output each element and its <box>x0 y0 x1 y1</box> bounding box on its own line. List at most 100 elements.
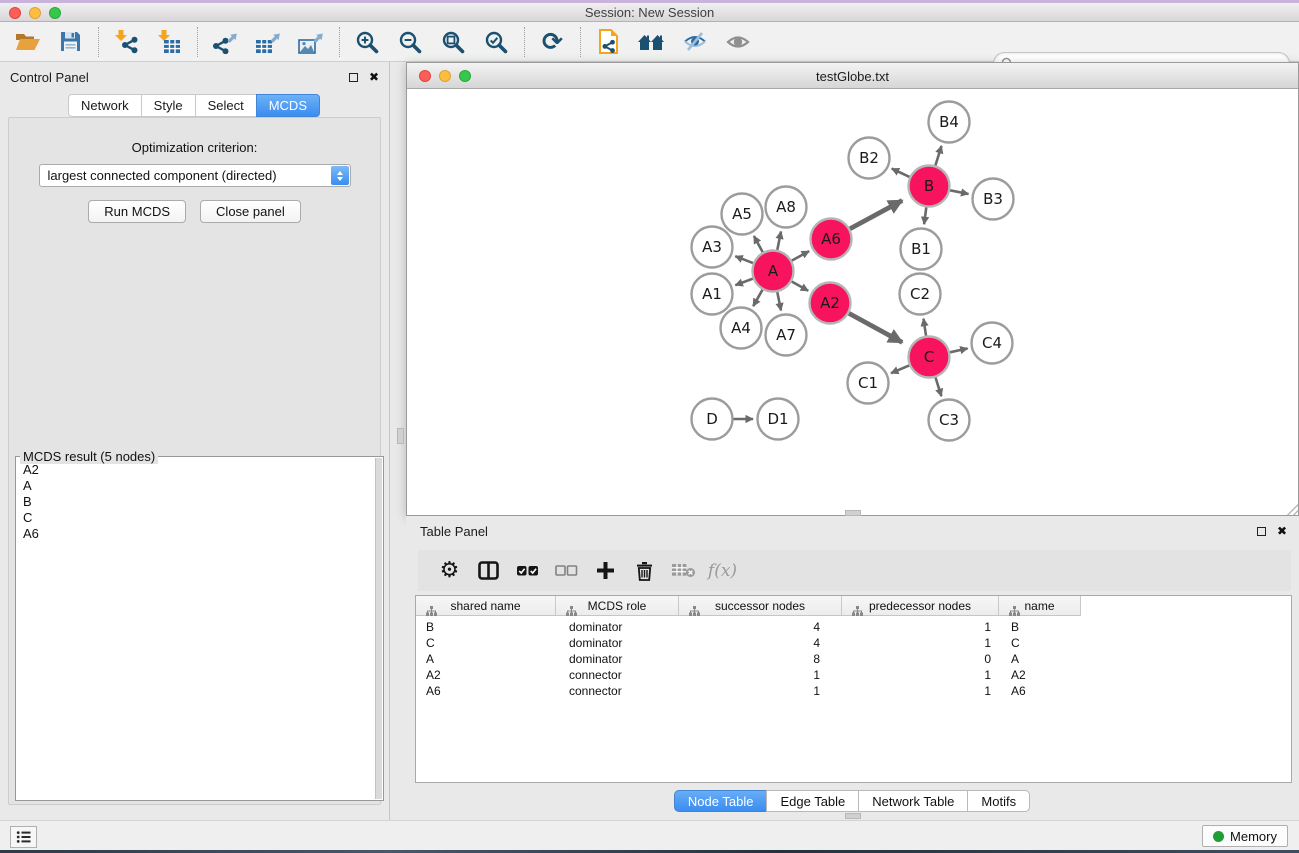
graph-edge-A-A7[interactable] <box>777 292 781 310</box>
mcds-result-item[interactable]: B <box>23 494 373 510</box>
select-all-button[interactable] <box>508 554 547 588</box>
settings-button[interactable]: ⚙︎ <box>430 554 469 588</box>
table-cell[interactable]: connector <box>556 668 679 682</box>
tab-motifs[interactable]: Motifs <box>967 790 1030 812</box>
table-cell[interactable]: 0 <box>842 652 999 666</box>
graph-node-C[interactable]: C <box>909 337 950 378</box>
run-mcds-button[interactable]: Run MCDS <box>88 200 186 223</box>
table-cell[interactable]: dominator <box>556 620 679 634</box>
columns-button[interactable] <box>469 554 508 588</box>
table-row[interactable]: Bdominator41B <box>416 619 1291 635</box>
graph-node-A4[interactable]: A4 <box>721 308 762 349</box>
result-scrollbar[interactable] <box>375 458 382 799</box>
show-graphics-details-button[interactable] <box>716 25 759 59</box>
table-cell[interactable]: C <box>416 636 556 650</box>
graph-edge-A2-C[interactable] <box>849 313 902 342</box>
table-cell[interactable]: A2 <box>416 668 556 682</box>
table-cell[interactable]: A6 <box>416 684 556 698</box>
graph-node-B1[interactable]: B1 <box>901 229 942 270</box>
tab-select[interactable]: Select <box>195 94 257 117</box>
export-table-button[interactable] <box>247 25 290 59</box>
graph-node-A1[interactable]: A1 <box>692 274 733 315</box>
graph-edge-C-C2[interactable] <box>924 319 927 336</box>
export-network-button[interactable] <box>204 25 247 59</box>
graph-edge-A-A8[interactable] <box>777 232 781 250</box>
table-cell[interactable]: dominator <box>556 636 679 650</box>
graph-node-B[interactable]: B <box>909 166 950 207</box>
graph-edge-A-A5[interactable] <box>754 236 763 252</box>
table-cell[interactable]: A <box>999 652 1081 666</box>
table-cell[interactable]: connector <box>556 684 679 698</box>
graph-node-B3[interactable]: B3 <box>973 179 1014 220</box>
graph-edge-A-A3[interactable] <box>735 256 753 263</box>
vertical-splitter-handle[interactable] <box>397 428 404 444</box>
optimization-criterion-select[interactable]: largest connected component (directed) <box>39 164 351 187</box>
import-network-button[interactable] <box>105 25 148 59</box>
tab-edge-table[interactable]: Edge Table <box>766 790 859 812</box>
graph-edge-B-B3[interactable] <box>950 190 968 194</box>
table-cell[interactable]: A2 <box>999 668 1081 682</box>
graph-edge-C-C4[interactable] <box>950 348 968 352</box>
task-history-button[interactable] <box>10 826 37 848</box>
tab-mcds[interactable]: MCDS <box>256 94 320 117</box>
graph-edge-A-A4[interactable] <box>753 290 762 307</box>
horizontal-splitter-handle-bottom[interactable] <box>845 813 861 819</box>
refresh-button[interactable]: ⟳ <box>531 25 574 59</box>
zoom-fit-button[interactable] <box>432 25 475 59</box>
table-cell[interactable]: B <box>999 620 1081 634</box>
tab-node-table[interactable]: Node Table <box>674 790 768 812</box>
graph-edge-A-A1[interactable] <box>735 279 753 286</box>
table-cell[interactable]: A6 <box>999 684 1081 698</box>
mcds-result-item[interactable]: A2 <box>23 462 373 478</box>
column-header-name[interactable]: name <box>999 596 1081 616</box>
zoom-out-button[interactable] <box>389 25 432 59</box>
float-table-panel-icon[interactable] <box>1257 527 1266 536</box>
graph-node-A2[interactable]: A2 <box>810 283 851 324</box>
graph-node-B4[interactable]: B4 <box>929 102 970 143</box>
network-from-file-button[interactable] <box>587 25 630 59</box>
table-row[interactable]: Cdominator41C <box>416 635 1291 651</box>
network-canvas[interactable]: B4B2BB3B1A5A8A3A6AA1C2A4A7A2CC4C1C3DD1 <box>408 90 1297 514</box>
graph-edge-C-C1[interactable] <box>891 365 909 373</box>
table-cell[interactable]: 1 <box>679 684 842 698</box>
table-cell[interactable]: 1 <box>842 684 999 698</box>
select-stepper-icon[interactable] <box>331 166 349 185</box>
close-panel-button[interactable]: Close panel <box>200 200 301 223</box>
graph-edge-A-A2[interactable] <box>792 282 809 291</box>
graph-node-A7[interactable]: A7 <box>766 315 807 356</box>
table-cell[interactable]: 1 <box>842 636 999 650</box>
delete-button[interactable] <box>625 554 664 588</box>
graph-edge-A6-B[interactable] <box>850 201 902 229</box>
import-table-button[interactable] <box>148 25 191 59</box>
column-header-predecessor-nodes[interactable]: predecessor nodes <box>842 596 999 616</box>
table-cell[interactable]: C <box>999 636 1081 650</box>
horizontal-splitter-handle-top[interactable] <box>845 510 861 516</box>
table-cell[interactable]: dominator <box>556 652 679 666</box>
tab-network-table[interactable]: Network Table <box>858 790 968 812</box>
table-row[interactable]: A6connector11A6 <box>416 683 1291 699</box>
column-header-MCDS-role[interactable]: MCDS role <box>556 596 679 616</box>
save-session-button[interactable] <box>49 25 92 59</box>
graph-edge-C-C3[interactable] <box>936 378 942 397</box>
hide-graphics-details-button[interactable] <box>673 25 716 59</box>
mcds-result-item[interactable]: A <box>23 478 373 494</box>
close-panel-icon[interactable]: ✖ <box>369 71 379 83</box>
mcds-result-item[interactable]: C <box>23 510 373 526</box>
deselect-all-button[interactable] <box>547 554 586 588</box>
graph-node-C1[interactable]: C1 <box>848 363 889 404</box>
mcds-result-item[interactable]: A6 <box>23 526 373 542</box>
column-header-successor-nodes[interactable]: successor nodes <box>679 596 842 616</box>
graph-node-C3[interactable]: C3 <box>929 400 970 441</box>
graph-node-B2[interactable]: B2 <box>849 138 890 179</box>
export-image-button[interactable] <box>290 25 333 59</box>
open-session-button[interactable] <box>6 25 49 59</box>
graph-node-A[interactable]: A <box>753 251 794 292</box>
graph-edge-B-B4[interactable] <box>935 146 941 166</box>
table-row[interactable]: Adominator80A <box>416 651 1291 667</box>
table-cell[interactable]: 8 <box>679 652 842 666</box>
graph-node-A8[interactable]: A8 <box>766 187 807 228</box>
close-table-panel-icon[interactable]: ✖ <box>1277 525 1287 537</box>
graph-edge-B-B1[interactable] <box>924 207 926 224</box>
zoom-in-button[interactable] <box>346 25 389 59</box>
graph-edge-A-A6[interactable] <box>792 251 809 261</box>
